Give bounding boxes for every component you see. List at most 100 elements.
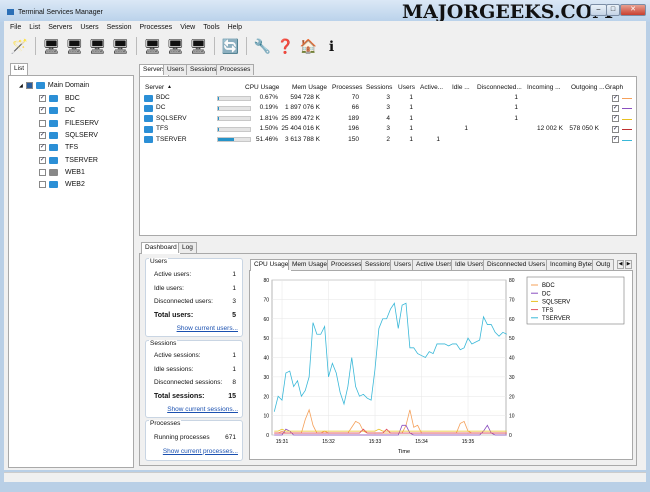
column-header[interactable]: Mem Usage <box>292 84 327 91</box>
toggle-check-button[interactable]: 🖥 <box>189 37 208 56</box>
menu-tools[interactable]: Tools <box>203 24 219 31</box>
graph-checkbox[interactable]: ✓ <box>612 104 619 112</box>
chart-tab-active-users[interactable]: Active Users <box>412 259 457 270</box>
wrench-button[interactable]: 🔧 <box>253 37 272 56</box>
server-checkbox[interactable] <box>39 119 46 127</box>
server-checkbox[interactable]: ✓ <box>39 131 46 139</box>
tree-item[interactable]: ✓ TSERVER <box>39 156 98 164</box>
cell-users: 1 <box>409 135 413 143</box>
cell-sess: 3 <box>386 104 390 112</box>
menu-list[interactable]: List <box>29 24 40 31</box>
tab-scroll-right-button[interactable]: ▶ <box>625 260 632 269</box>
server-checkbox[interactable]: ✓ <box>39 107 46 115</box>
tree-root[interactable]: ◢ Main Domain <box>19 82 89 89</box>
monitor-icon <box>49 119 58 127</box>
edit-server-icon: 🖥 <box>88 37 107 54</box>
cell-active: 1 <box>436 135 440 143</box>
total-label: Total users: <box>154 311 194 319</box>
menu-servers[interactable]: Servers <box>48 24 72 31</box>
show-current-processes-link[interactable]: Show current processes... <box>163 448 238 455</box>
show-current-sessions-link[interactable]: Show current sessions... <box>167 406 238 413</box>
graph-checkbox[interactable]: ✓ <box>612 136 619 144</box>
tree-root-label: Main Domain <box>47 82 90 89</box>
cell-proc: 189 <box>348 114 359 122</box>
remove-server-button[interactable]: 🖥 <box>111 37 130 56</box>
cell-mem: 3 613 788 K <box>284 135 320 143</box>
menu-file[interactable]: File <box>10 24 21 31</box>
tab-list[interactable]: List <box>10 63 29 75</box>
tab-scroll-left-button[interactable]: ◀ <box>617 260 624 269</box>
chart-tab-disconnected-users[interactable]: Disconnected Users <box>483 259 550 270</box>
legend-entry: BDC <box>542 283 555 289</box>
y-tick-label-right: 40 <box>509 356 515 362</box>
chart-tab-cpu-usage[interactable]: CPU Usage <box>250 259 293 271</box>
tree-item[interactable]: ✓ SQLSERV <box>39 131 98 139</box>
magic-wand-button[interactable]: 🪄 <box>10 37 29 56</box>
edit-server-button[interactable]: 🖥 <box>88 37 107 56</box>
column-header[interactable]: Processes <box>332 84 362 91</box>
minimize-button[interactable]: – <box>590 4 607 16</box>
window-title: Terminal Services Manager <box>18 9 103 16</box>
column-header[interactable]: CPU Usage <box>245 84 279 91</box>
menu-users[interactable]: Users <box>80 24 98 31</box>
column-header[interactable]: Graph <box>605 84 623 91</box>
tree-item-label: BDC <box>65 95 80 102</box>
cpu-usage-value: 0.19% <box>259 104 278 112</box>
tree-item[interactable]: FILESERV <box>39 119 99 127</box>
chart-tab-incoming-bytes[interactable]: Incoming Bytes <box>546 259 599 270</box>
series-color-swatch <box>622 139 632 141</box>
add-group-button[interactable]: 🖥 <box>65 37 84 56</box>
column-header[interactable]: Idle ... <box>452 84 470 91</box>
tab-processes[interactable]: Processes <box>216 64 255 75</box>
menu-session[interactable]: Session <box>107 24 132 31</box>
server-name: TSERVER <box>156 135 187 143</box>
home-button[interactable]: 🏠 <box>299 37 318 56</box>
column-header[interactable]: Disconnected... <box>477 84 522 91</box>
graph-checkbox[interactable]: ✓ <box>612 125 619 133</box>
show-current-users-link[interactable]: Show current users... <box>177 325 238 332</box>
cell-users: 1 <box>409 104 413 112</box>
tree-item[interactable]: WEB2 <box>39 181 85 189</box>
help-button[interactable]: ❓ <box>276 37 295 56</box>
chart-tab-mem-usage[interactable]: Mem Usage <box>288 259 332 270</box>
column-header[interactable]: Outgoing ... <box>571 84 605 91</box>
wrench-icon: 🔧 <box>253 37 272 54</box>
tab-log[interactable]: Log <box>178 242 197 253</box>
menu-view[interactable]: View <box>180 24 195 31</box>
tab-dashboard[interactable]: Dashboard <box>141 242 181 254</box>
expand-arrow-icon[interactable]: ◢ <box>19 83 23 89</box>
server-checkbox[interactable]: ✓ <box>39 156 46 164</box>
column-header[interactable]: Sessions <box>366 84 392 91</box>
tree-item[interactable]: WEB1 <box>39 168 85 176</box>
check-servers-button[interactable]: 🖥 <box>143 37 162 56</box>
menu-help[interactable]: Help <box>228 24 242 31</box>
legend-entry: DC <box>542 291 551 297</box>
server-checkbox[interactable] <box>39 181 46 189</box>
maximize-button[interactable]: □ <box>606 4 620 16</box>
column-header[interactable]: Incoming ... <box>527 84 561 91</box>
refresh-button[interactable]: 🔄 <box>221 37 240 56</box>
chart-tab-outg[interactable]: Outg <box>592 259 615 270</box>
graph-checkbox[interactable]: ✓ <box>612 94 619 102</box>
add-server-button[interactable]: 🖥 <box>42 37 61 56</box>
tree-item[interactable]: ✓ TFS <box>39 144 78 152</box>
close-button[interactable]: ✕ <box>620 4 646 16</box>
chart-tab-processes[interactable]: Processes <box>327 259 366 270</box>
server-checkbox[interactable] <box>39 168 46 176</box>
root-checkbox[interactable] <box>25 82 33 89</box>
info-button[interactable]: ℹ <box>322 37 341 56</box>
tree-item[interactable]: ✓ BDC <box>39 95 80 102</box>
menu-processes[interactable]: Processes <box>140 24 173 31</box>
uncheck-servers-button[interactable]: 🖥 <box>166 37 185 56</box>
column-header[interactable]: Users <box>398 84 415 91</box>
stat-value: 671 <box>225 434 236 441</box>
server-tree: ◢ Main Domain ✓ BDC ✓ DC FILESERV ✓ SQLSERV ✓ TFS ✓… <box>8 75 134 468</box>
server-checkbox[interactable]: ✓ <box>39 144 46 152</box>
column-header[interactable]: Server <box>145 84 164 91</box>
total-row: Total users: 5 <box>154 312 236 319</box>
column-header[interactable]: Active... <box>420 84 443 91</box>
server-checkbox[interactable]: ✓ <box>39 95 46 102</box>
graph-checkbox[interactable]: ✓ <box>612 115 619 123</box>
tree-item[interactable]: ✓ DC <box>39 107 75 115</box>
tab-users[interactable]: Users <box>163 64 188 75</box>
